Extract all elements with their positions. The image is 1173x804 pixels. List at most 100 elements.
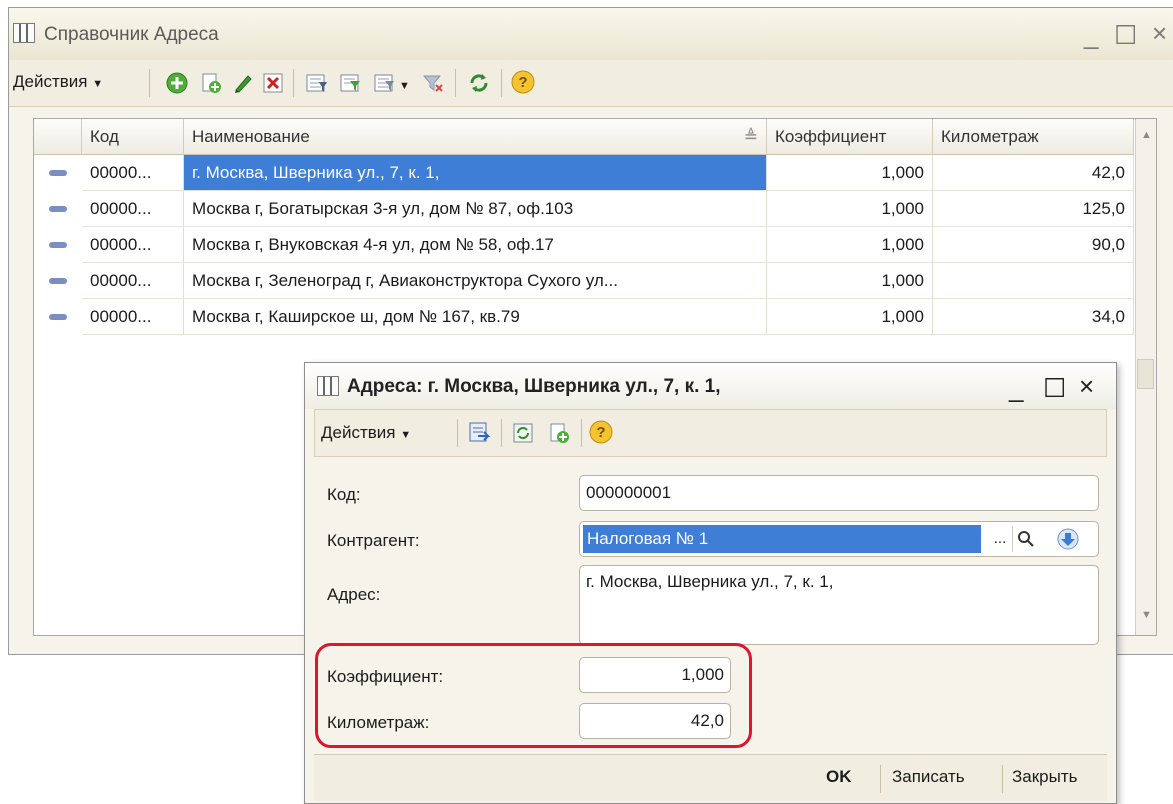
search-icon[interactable] <box>1012 526 1039 552</box>
cell-code: 00000... <box>82 299 184 335</box>
dropdown-arrow-icon: ▼ <box>400 429 412 441</box>
copy-icon[interactable] <box>547 421 571 445</box>
dialog-maximize-button[interactable]: ☐ <box>1043 375 1066 401</box>
address-textarea[interactable]: г. Москва, Шверника ул., 7, к. 1, <box>579 565 1099 645</box>
delete-icon[interactable] <box>261 71 285 95</box>
add-icon[interactable] <box>165 71 189 95</box>
help-icon[interactable]: ? <box>511 70 535 94</box>
dialog-title: Адреса: г. Москва, Шверника ул., 7, к. 1… <box>347 376 721 397</box>
dropdown-arrow-icon[interactable]: ▼ <box>399 80 410 92</box>
copy-icon[interactable] <box>199 71 223 95</box>
button-separator <box>1002 765 1003 793</box>
row-status-icon <box>49 278 67 284</box>
column-header-name-label: Наименование <box>192 127 310 146</box>
highlight-frame <box>315 643 752 748</box>
actions-label: Действия <box>321 423 396 442</box>
toolbar-separator <box>455 69 456 97</box>
cell-km: 42,0 <box>933 155 1134 191</box>
address-label: Адрес: <box>327 585 381 604</box>
row-marker-header <box>34 119 82 155</box>
cell-name: Москва г, Внуковская 4-я ул, дом № 58, о… <box>184 227 767 263</box>
main-title-bar[interactable]: Справочник Адреса _ ☐ × <box>9 8 1173 61</box>
cell-coef: 1,000 <box>767 263 933 299</box>
maximize-button[interactable]: ☐ <box>1114 22 1137 48</box>
vertical-scrollbar[interactable]: ▲ ▼ <box>1135 119 1156 635</box>
cell-name: г. Москва, Шверника ул., 7, к. 1, <box>184 155 767 191</box>
table-row[interactable]: 00000... Москва г, Внуковская 4-я ул, до… <box>34 227 1134 263</box>
filter-icon[interactable] <box>305 71 329 95</box>
cell-code: 00000... <box>82 263 184 299</box>
scroll-up-icon[interactable]: ▲ <box>1141 129 1152 141</box>
filter-by-value-icon[interactable] <box>339 71 363 95</box>
cell-coef: 1,000 <box>767 155 933 191</box>
counterparty-field[interactable]: Налоговая № 1 ... <box>579 521 1099 557</box>
row-status-icon <box>49 170 67 176</box>
cell-km: 34,0 <box>933 299 1134 335</box>
refresh-icon[interactable] <box>467 71 491 95</box>
cell-code: 00000... <box>82 227 184 263</box>
column-header-code[interactable]: Код <box>82 119 184 155</box>
minimize-button[interactable]: _ <box>1084 22 1098 48</box>
edit-icon[interactable] <box>231 71 255 95</box>
scroll-thumb[interactable] <box>1137 359 1154 389</box>
cell-km: 90,0 <box>933 227 1134 263</box>
cell-name: Москва г, Зеленоград г, Авиаконструктора… <box>184 263 767 299</box>
dropdown-arrow-icon: ▼ <box>92 78 104 90</box>
cell-code: 00000... <box>82 155 184 191</box>
row-status-icon <box>49 314 67 320</box>
scroll-down-icon[interactable]: ▼ <box>1141 609 1152 621</box>
sort-icon: ≜ <box>743 127 758 146</box>
actions-label: Действия <box>13 72 88 91</box>
button-separator <box>880 765 881 793</box>
svg-text:?: ? <box>596 424 605 441</box>
toolbar-separator <box>501 69 502 97</box>
toolbar-separator <box>293 69 294 97</box>
main-window-title: Справочник Адреса <box>44 24 219 45</box>
toolbar-separator <box>581 419 582 447</box>
clear-filter-icon[interactable] <box>421 71 445 95</box>
svg-text:?: ? <box>518 74 527 91</box>
dialog-minimize-button[interactable]: _ <box>1009 375 1023 401</box>
counterparty-value: Налоговая № 1 <box>583 525 981 553</box>
cell-code: 00000... <box>82 191 184 227</box>
cell-coef: 1,000 <box>767 227 933 263</box>
row-status-icon <box>49 242 67 248</box>
dialog-toolbar: Действия ▼ ? <box>314 409 1107 457</box>
code-field[interactable]: 000000001 <box>579 475 1099 511</box>
toolbar-separator <box>457 419 458 447</box>
column-header-coef[interactable]: Коэффициент <box>767 119 933 155</box>
filter-history-icon[interactable] <box>373 71 397 95</box>
column-header-name[interactable]: Наименование ≜ <box>184 119 767 155</box>
close-dialog-button[interactable]: Закрыть <box>1012 767 1077 787</box>
close-button[interactable]: × <box>1152 20 1167 46</box>
dialog-footer: OK Записать Закрыть <box>314 754 1107 801</box>
reread-icon[interactable] <box>511 421 535 445</box>
cell-km: 125,0 <box>933 191 1134 227</box>
actions-menu[interactable]: Действия ▼ <box>13 72 103 92</box>
cell-coef: 1,000 <box>767 191 933 227</box>
dialog-title-bar[interactable]: Адреса: г. Москва, Шверника ул., 7, к. 1… <box>305 363 1116 409</box>
code-label: Код: <box>327 485 361 504</box>
toolbar-separator <box>149 69 150 97</box>
catalog-icon <box>317 376 339 396</box>
counterparty-label: Контрагент: <box>327 531 420 550</box>
table-row[interactable]: 00000... г. Москва, Шверника ул., 7, к. … <box>34 155 1134 191</box>
table-row[interactable]: 00000... Москва г, Богатырская 3-я ул, д… <box>34 191 1134 227</box>
help-icon[interactable]: ? <box>589 420 613 444</box>
open-arrow-icon[interactable] <box>1050 525 1086 553</box>
dialog-close-button[interactable]: × <box>1079 373 1094 399</box>
select-button[interactable]: ... <box>988 526 1012 552</box>
cell-km <box>933 263 1134 299</box>
column-header-km[interactable]: Километраж <box>933 119 1134 155</box>
dialog-actions-menu[interactable]: Действия ▼ <box>321 423 411 443</box>
catalog-icon <box>13 23 35 43</box>
table-row[interactable]: 00000... Москва г, Зеленоград г, Авиакон… <box>34 263 1134 299</box>
save-button[interactable]: Записать <box>892 767 965 787</box>
toolbar-separator <box>501 419 502 447</box>
cell-coef: 1,000 <box>767 299 933 335</box>
main-toolbar: Действия ▼ ▼ ? <box>9 60 1173 107</box>
table-row[interactable]: 00000... Москва г, Каширское ш, дом № 16… <box>34 299 1134 335</box>
ok-button[interactable]: OK <box>826 767 852 787</box>
cell-name: Москва г, Богатырская 3-я ул, дом № 87, … <box>184 191 767 227</box>
save-close-icon[interactable] <box>467 421 491 445</box>
